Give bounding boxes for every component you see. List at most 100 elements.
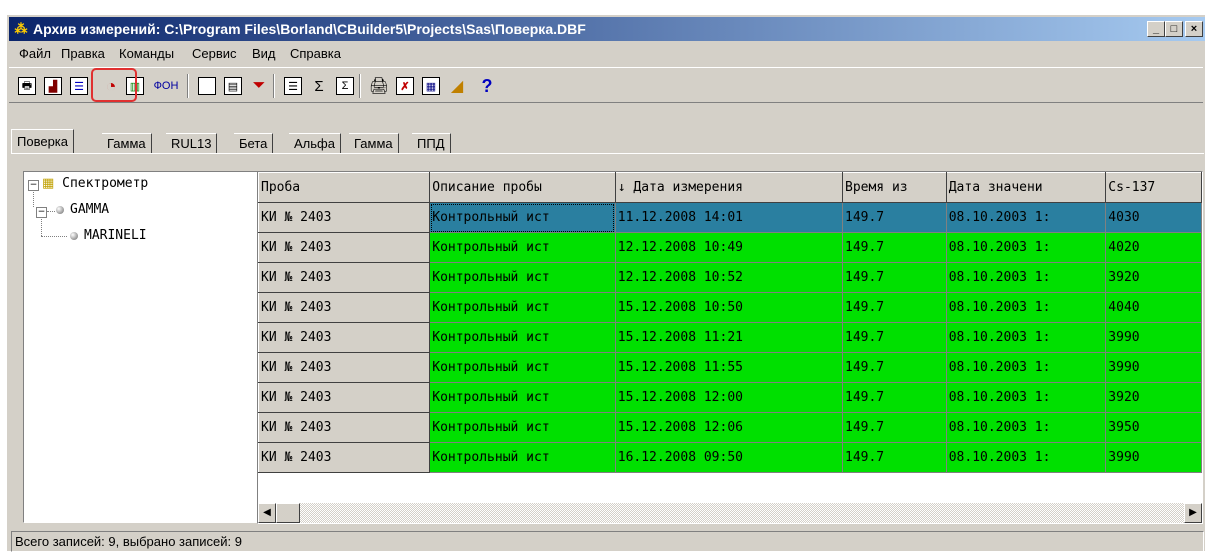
tab-alpha[interactable]: Альфа: [289, 133, 341, 153]
cell-sample[interactable]: КИ № 2403: [258, 412, 431, 443]
cell-cs137[interactable]: 3950: [1105, 412, 1202, 443]
new-doc-icon[interactable]: [195, 74, 219, 98]
column-header-measure-date[interactable]: ↓ Дата измерения: [614, 172, 844, 203]
cell-cs137[interactable]: 4030: [1105, 202, 1202, 233]
cell-measure-date[interactable]: 12.12.2008 10:49: [615, 232, 844, 263]
cell-time[interactable]: 149.7: [842, 322, 947, 353]
help-icon[interactable]: ?: [475, 74, 499, 98]
tree-node-marineli[interactable]: MARINELI: [70, 228, 147, 243]
cell-measure-date[interactable]: 15.12.2008 10:50: [615, 292, 844, 323]
cell-sample[interactable]: КИ № 2403: [258, 442, 431, 473]
cell-description[interactable]: Контрольный ист: [429, 442, 616, 473]
menu-help[interactable]: Справка: [290, 43, 341, 65]
cell-cs137[interactable]: 3990: [1105, 352, 1202, 383]
cell-time[interactable]: 149.7: [842, 202, 947, 233]
tree-node-spectrometer[interactable]: ▦ Спектрометр: [42, 176, 148, 191]
tab-ppd[interactable]: ППД: [412, 133, 451, 153]
maximize-button[interactable]: □: [1165, 21, 1183, 37]
column-header-cs137[interactable]: Cs-137: [1105, 172, 1202, 203]
tab-beta[interactable]: Бета: [234, 133, 274, 153]
scroll-thumb[interactable]: [276, 503, 300, 523]
cell-time[interactable]: 149.7: [842, 232, 947, 263]
menu-edit[interactable]: Правка: [61, 43, 105, 65]
cell-measure-date[interactable]: 16.12.2008 09:50: [615, 442, 844, 473]
cell-measure-date[interactable]: 15.12.2008 11:21: [615, 322, 844, 353]
table-row[interactable]: КИ № 2403 Контрольный ист 12.12.2008 10:52…: [258, 262, 1202, 293]
close-button[interactable]: ×: [1185, 21, 1203, 37]
scroll-right-button[interactable]: ▶: [1184, 503, 1202, 523]
cell-measure-date[interactable]: 15.12.2008 12:06: [615, 412, 844, 443]
cell-cs137[interactable]: 4020: [1105, 232, 1202, 263]
title-bar[interactable]: ⁂ Архив измерений: C:\Program Files\Borl…: [9, 17, 1205, 41]
cell-measure-date[interactable]: 15.12.2008 12:00: [615, 382, 844, 413]
cell-value-date[interactable]: 08.10.2003 1:: [946, 412, 1107, 443]
cell-description[interactable]: Контрольный ист: [429, 232, 616, 263]
cell-sample[interactable]: КИ № 2403: [258, 322, 431, 353]
cell-value-date[interactable]: 08.10.2003 1:: [946, 202, 1107, 233]
cell-description[interactable]: Контрольный ист: [429, 352, 616, 383]
cell-cs137[interactable]: 3990: [1105, 322, 1202, 353]
cell-sample[interactable]: КИ № 2403: [258, 382, 431, 413]
cell-time[interactable]: 149.7: [842, 412, 947, 443]
edit-icon[interactable]: ▤: [221, 74, 245, 98]
cell-value-date[interactable]: 08.10.2003 1:: [946, 292, 1107, 323]
table-row[interactable]: КИ № 2403 Контрольный ист 11.12.2008 14:01…: [258, 202, 1202, 233]
collapse-icon[interactable]: −: [28, 180, 39, 191]
tab-rul13[interactable]: RUL13: [166, 133, 218, 153]
delete-icon[interactable]: ✗: [393, 74, 417, 98]
cell-time[interactable]: 149.7: [842, 442, 947, 473]
tree-icon[interactable]: ☰: [67, 74, 91, 98]
cell-time[interactable]: 149.7: [842, 352, 947, 383]
table-row[interactable]: КИ № 2403 Контрольный ист 16.12.2008 09:50…: [258, 442, 1202, 473]
cell-cs137[interactable]: 3920: [1105, 262, 1202, 293]
table-row[interactable]: КИ № 2403 Контрольный ист 15.12.2008 12:00…: [258, 382, 1202, 413]
menu-view[interactable]: Вид: [252, 43, 276, 65]
tab-gamma-2[interactable]: Гамма: [349, 133, 399, 153]
cell-cs137[interactable]: 3990: [1105, 442, 1202, 473]
menu-file[interactable]: Файл: [19, 43, 51, 65]
cell-description[interactable]: Контрольный ист: [429, 412, 616, 443]
chart-icon[interactable]: ▟: [41, 74, 65, 98]
cell-value-date[interactable]: 08.10.2003 1:: [946, 382, 1107, 413]
cell-sample[interactable]: КИ № 2403: [258, 202, 431, 233]
sum-icon[interactable]: Σ: [307, 74, 331, 98]
filter-icon[interactable]: ⏷: [247, 74, 271, 98]
cell-cs137[interactable]: 4040: [1105, 292, 1202, 323]
tab-gamma[interactable]: Гамма: [102, 133, 152, 153]
menu-service[interactable]: Сервис: [192, 43, 237, 65]
cell-sample[interactable]: КИ № 2403: [258, 292, 431, 323]
cell-description[interactable]: Контрольный ист: [429, 292, 616, 323]
cell-description[interactable]: Контрольный ист: [429, 382, 616, 413]
tree-node-gamma[interactable]: GAMMA: [56, 202, 109, 217]
graph-icon[interactable]: ◢: [445, 74, 469, 98]
column-header-description[interactable]: Описание пробы: [429, 172, 616, 203]
cell-time[interactable]: 149.7: [842, 292, 947, 323]
cell-sample[interactable]: КИ № 2403: [258, 262, 431, 293]
table-icon[interactable]: ▦: [419, 74, 443, 98]
print-icon[interactable]: 🖨: [367, 74, 391, 98]
column-header-value-date[interactable]: Дата значени: [945, 172, 1107, 203]
cell-description[interactable]: Контрольный ист: [429, 202, 616, 233]
data-grid[interactable]: Проба Описание пробы ↓ Дата измерения Вр…: [257, 171, 1203, 524]
minimize-button[interactable]: _: [1147, 21, 1165, 37]
cell-sample[interactable]: КИ № 2403: [258, 232, 431, 263]
cell-measure-date[interactable]: 11.12.2008 14:01: [615, 202, 844, 233]
cell-time[interactable]: 149.7: [842, 382, 947, 413]
cell-cs137[interactable]: 3920: [1105, 382, 1202, 413]
cell-sample[interactable]: КИ № 2403: [258, 352, 431, 383]
table-row[interactable]: КИ № 2403 Контрольный ист 15.12.2008 10:50…: [258, 292, 1202, 323]
tab-poverka[interactable]: Поверка: [11, 129, 74, 153]
cell-measure-date[interactable]: 12.12.2008 10:52: [615, 262, 844, 293]
table-row[interactable]: КИ № 2403 Контрольный ист 15.12.2008 12:06…: [258, 412, 1202, 443]
fon-icon[interactable]: ФОН: [149, 74, 183, 98]
cell-value-date[interactable]: 08.10.2003 1:: [946, 232, 1107, 263]
cell-value-date[interactable]: 08.10.2003 1:: [946, 262, 1107, 293]
column-header-sample[interactable]: Проба: [258, 172, 431, 203]
print-preview-icon[interactable]: 🖶: [15, 74, 39, 98]
tree-view[interactable]: − ▦ Спектрометр − GAMMA MARINELI: [23, 171, 259, 523]
list-icon[interactable]: ☰: [281, 74, 305, 98]
column-header-time[interactable]: Время из: [842, 172, 947, 203]
cell-description[interactable]: Контрольный ист: [429, 262, 616, 293]
sum-doc-icon[interactable]: Σ: [333, 74, 357, 98]
horizontal-scrollbar[interactable]: ◀ ▶: [258, 503, 1202, 523]
